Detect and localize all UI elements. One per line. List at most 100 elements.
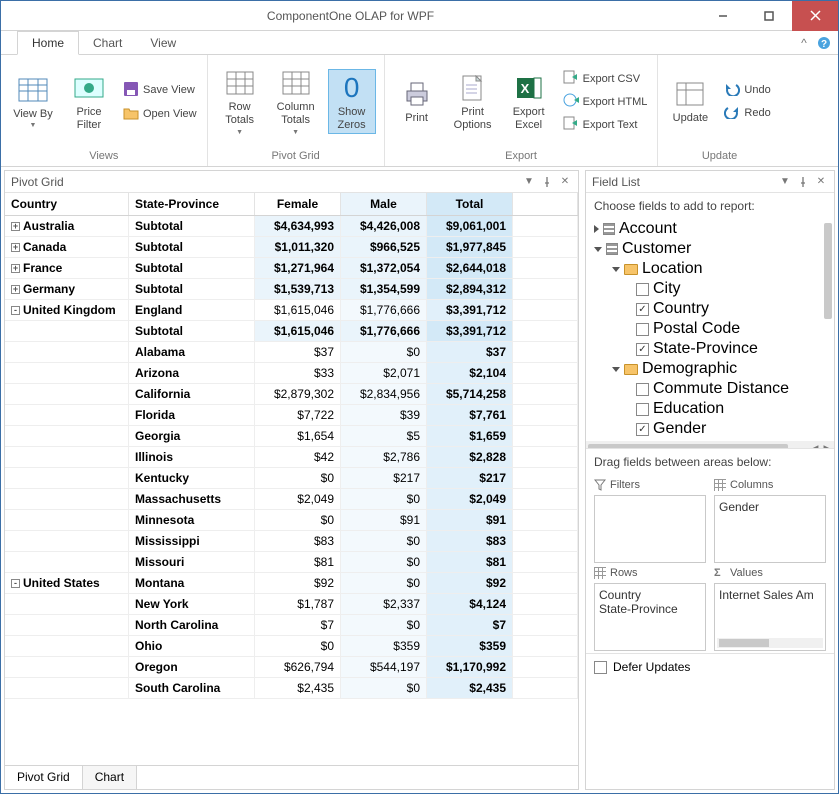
close-button[interactable] — [792, 1, 838, 31]
checkbox[interactable] — [636, 283, 649, 296]
columns-box[interactable]: Gender — [714, 495, 826, 563]
checkbox[interactable]: ✓ — [636, 303, 649, 316]
funnel-icon — [594, 479, 606, 491]
bottom-tab-pivot[interactable]: Pivot Grid — [5, 766, 83, 789]
checkbox[interactable] — [636, 383, 649, 396]
rows-icon — [594, 567, 606, 579]
table-row[interactable]: Arizona$33$2,071$2,104 — [5, 363, 578, 384]
chevron-left-icon[interactable]: ◀ — [810, 443, 820, 449]
table-row[interactable]: +CanadaSubtotal$1,011,320$966,525$1,977,… — [5, 237, 578, 258]
values-box[interactable]: Internet Sales Am — [714, 583, 826, 651]
collapse-icon[interactable]: - — [11, 579, 20, 588]
table-row[interactable]: Kentucky$0$217$217 — [5, 468, 578, 489]
show-zeros-button[interactable]: 0 Show Zeros — [328, 69, 376, 134]
table-row[interactable]: Massachusetts$2,049$0$2,049 — [5, 489, 578, 510]
collapse-icon[interactable]: - — [11, 306, 20, 315]
minimize-button[interactable] — [700, 1, 746, 31]
header-state[interactable]: State-Province — [129, 193, 255, 215]
pin-icon[interactable] — [540, 177, 554, 187]
field-tree[interactable]: Account Customer Location City ✓Country … — [586, 219, 834, 449]
bottom-tab-chart[interactable]: Chart — [83, 766, 137, 789]
collapse-icon[interactable] — [594, 247, 602, 252]
page-icon — [457, 72, 489, 104]
table-row[interactable]: Mississippi$83$0$83 — [5, 531, 578, 552]
pin-icon[interactable] — [796, 177, 810, 187]
help-icon[interactable]: ? — [816, 35, 832, 51]
save-icon — [123, 81, 139, 100]
print-options-button[interactable]: Print Options — [449, 70, 497, 133]
dropdown-icon[interactable]: ▼ — [778, 176, 792, 187]
field-item[interactable]: Gender — [719, 500, 821, 514]
expand-icon[interactable]: + — [11, 243, 20, 252]
rows-box[interactable]: CountryState-Province — [594, 583, 706, 651]
table-row[interactable]: Minnesota$0$91$91 — [5, 510, 578, 531]
header-female[interactable]: Female — [255, 193, 341, 215]
table-row[interactable]: +AustraliaSubtotal$4,634,993$4,426,008$9… — [5, 216, 578, 237]
close-icon[interactable]: ✕ — [558, 176, 572, 187]
tab-chart[interactable]: Chart — [79, 32, 136, 54]
export-csv-button[interactable]: Export CSV — [561, 68, 650, 89]
open-view-button[interactable]: Open View — [121, 104, 199, 125]
table-row[interactable]: South Carolina$2,435$0$2,435 — [5, 678, 578, 699]
table-row[interactable]: -United KingdomEngland$1,615,046$1,776,6… — [5, 300, 578, 321]
pivot-body[interactable]: +AustraliaSubtotal$4,634,993$4,426,008$9… — [5, 216, 578, 765]
undo-button[interactable]: Undo — [722, 80, 772, 101]
expand-icon[interactable]: + — [11, 222, 20, 231]
price-filter-button[interactable]: Price Filter — [65, 70, 113, 133]
collapse-icon[interactable] — [612, 267, 620, 272]
table-row[interactable]: Subtotal$1,615,046$1,776,666$3,391,712 — [5, 321, 578, 342]
checkbox[interactable]: ✓ — [636, 343, 649, 356]
table-row[interactable]: +GermanySubtotal$1,539,713$1,354,599$2,8… — [5, 279, 578, 300]
collapse-icon[interactable] — [612, 367, 620, 372]
checkbox[interactable] — [594, 661, 607, 674]
checkbox[interactable] — [636, 323, 649, 336]
table-row[interactable]: Missouri$81$0$81 — [5, 552, 578, 573]
header-country[interactable]: Country — [5, 193, 129, 215]
expand-icon[interactable]: + — [11, 285, 20, 294]
content: Pivot Grid ▼ ✕ Country State-Province Fe… — [1, 167, 838, 793]
view-by-button[interactable]: View By ▼ — [9, 72, 57, 132]
chevron-right-icon[interactable]: ▶ — [822, 443, 832, 449]
field-item[interactable]: State-Province — [599, 602, 701, 616]
table-row[interactable]: Alabama$37$0$37 — [5, 342, 578, 363]
redo-button[interactable]: Redo — [722, 103, 772, 124]
maximize-button[interactable] — [746, 1, 792, 31]
row-totals-button[interactable]: Row Totals ▼ — [216, 65, 264, 137]
header-total[interactable]: Total — [427, 193, 513, 215]
folder-icon — [624, 364, 638, 375]
tab-home[interactable]: Home — [17, 31, 79, 55]
export-html-button[interactable]: Export HTML — [561, 91, 650, 112]
field-item[interactable]: Country — [599, 588, 701, 602]
checkbox[interactable] — [636, 403, 649, 416]
scrollbar-thumb[interactable] — [824, 223, 832, 319]
header-male[interactable]: Male — [341, 193, 427, 215]
close-icon[interactable]: ✕ — [814, 176, 828, 187]
table-row[interactable]: Ohio$0$359$359 — [5, 636, 578, 657]
save-view-button[interactable]: Save View — [121, 79, 199, 102]
scrollbar-horizontal[interactable]: ◀▶ — [586, 441, 834, 449]
table-row[interactable]: Florida$7,722$39$7,761 — [5, 405, 578, 426]
export-excel-button[interactable]: X Export Excel — [505, 70, 553, 133]
export-text-button[interactable]: Export Text — [561, 114, 650, 135]
table-row[interactable]: Oregon$626,794$544,197$1,170,992 — [5, 657, 578, 678]
table-row[interactable]: Georgia$1,654$5$1,659 — [5, 426, 578, 447]
update-button[interactable]: Update — [666, 76, 714, 127]
collapse-ribbon-icon[interactable]: ^ — [796, 35, 812, 51]
table-row[interactable]: -United StatesMontana$92$0$92 — [5, 573, 578, 594]
expand-icon[interactable]: + — [11, 264, 20, 273]
print-button[interactable]: Print — [393, 76, 441, 127]
column-totals-button[interactable]: Column Totals ▼ — [272, 65, 320, 137]
table-row[interactable]: California$2,879,302$2,834,956$5,714,258 — [5, 384, 578, 405]
table-row[interactable]: Illinois$42$2,786$2,828 — [5, 447, 578, 468]
scrollbar-thumb[interactable] — [719, 639, 769, 647]
table-row[interactable]: +FranceSubtotal$1,271,964$1,372,054$2,64… — [5, 258, 578, 279]
tab-view[interactable]: View — [136, 32, 190, 54]
filters-box[interactable] — [594, 495, 706, 563]
table-row[interactable]: North Carolina$7$0$7 — [5, 615, 578, 636]
defer-updates[interactable]: Defer Updates — [586, 653, 834, 680]
field-item[interactable]: Internet Sales Am — [719, 588, 821, 602]
expand-icon[interactable] — [594, 225, 599, 233]
checkbox[interactable]: ✓ — [636, 423, 649, 436]
table-row[interactable]: New York$1,787$2,337$4,124 — [5, 594, 578, 615]
dropdown-icon[interactable]: ▼ — [522, 176, 536, 187]
